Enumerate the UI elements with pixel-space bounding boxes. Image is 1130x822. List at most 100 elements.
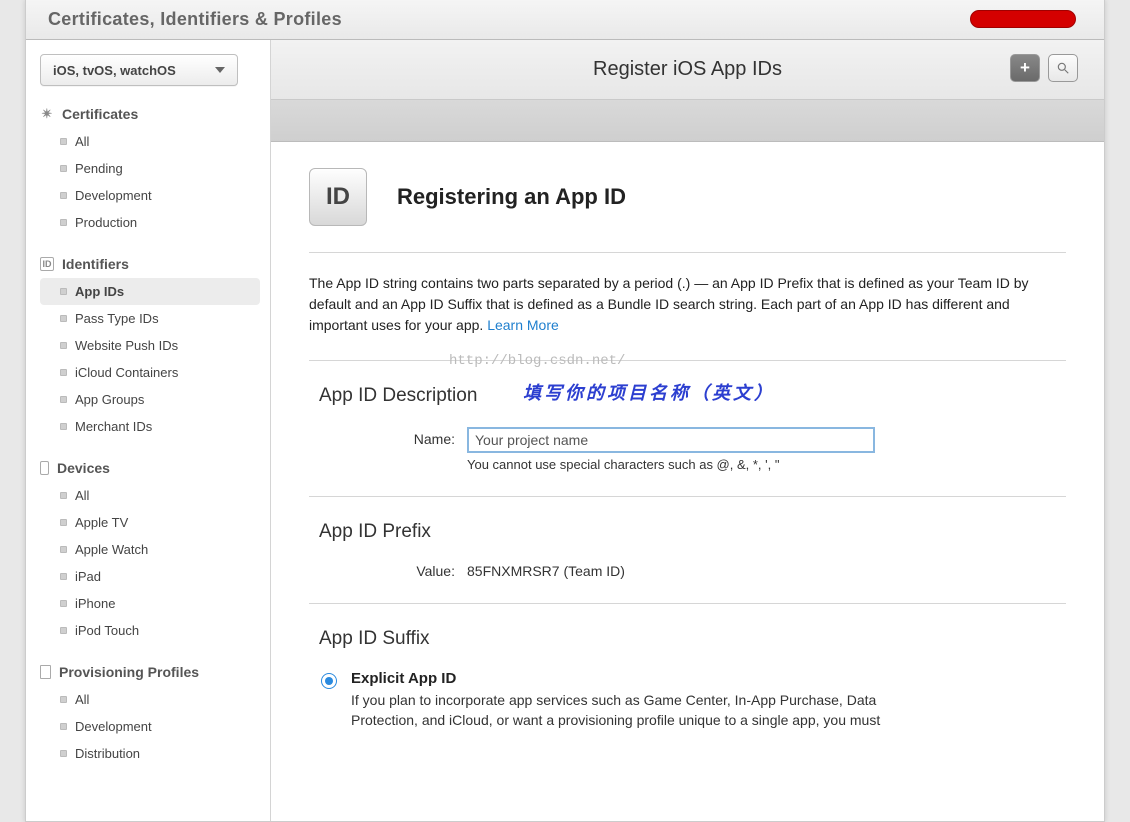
section-app-id-prefix: App ID Prefix Value: 85FNXMRSR7 (Team ID… [309,497,1066,604]
bullet-icon [60,750,67,757]
id-badge-icon: ID [309,168,367,226]
bullet-icon [60,573,67,580]
learn-more-link[interactable]: Learn More [487,317,559,333]
sidebar-item-certificates-production[interactable]: Production [40,209,260,236]
sidebar-item-label: iPad [75,569,101,584]
section-app-id-suffix: App ID Suffix Explicit App ID If you pla… [309,604,1066,755]
sidebar-item-label: App Groups [75,392,144,407]
id-badge-text: ID [326,183,350,211]
sidebar-item-devices-all[interactable]: All [40,482,260,509]
sidebar-item-label: App IDs [75,284,124,299]
team-id-value: 85FNXMRSR7 (Team ID) [467,563,625,579]
section-title: App ID Suffix [319,628,1066,650]
sidebar-item-label: Website Push IDs [75,338,178,353]
sidebar-item-merchant-ids[interactable]: Merchant IDs [40,413,260,440]
section-title: App ID Description [319,385,1066,407]
sidebar-item-certificates-all[interactable]: All [40,128,260,155]
id-icon: ID [40,257,54,271]
sidebar-item-label: Apple Watch [75,542,148,557]
sidebar-item-prov-development[interactable]: Development [40,713,260,740]
sidebar-item-devices-apple-watch[interactable]: Apple Watch [40,536,260,563]
account-badge[interactable] [970,10,1076,28]
bullet-icon [60,315,67,322]
sidebar-item-devices-apple-tv[interactable]: Apple TV [40,509,260,536]
platform-selector-label: iOS, tvOS, watchOS [53,63,176,78]
sidebar-item-devices-iphone[interactable]: iPhone [40,590,260,617]
sidebar-item-label: Production [75,215,137,230]
sidebar-item-label: iCloud Containers [75,365,178,380]
sidebar-section-provisioning: Provisioning Profiles All Development Di… [40,664,260,767]
sidebar-item-pass-type-ids[interactable]: Pass Type IDs [40,305,260,332]
sidebar-item-label: Merchant IDs [75,419,152,434]
sidebar-item-prov-distribution[interactable]: Distribution [40,740,260,767]
radio-selected-icon [325,677,333,685]
main-panel: Register iOS App IDs + ID Registerin [271,40,1104,821]
sidebar-item-app-ids[interactable]: App IDs [40,278,260,305]
bullet-icon [60,192,67,199]
explicit-app-id-desc: If you plan to incorporate app services … [351,690,931,731]
platform-selector[interactable]: iOS, tvOS, watchOS [40,54,238,86]
sidebar-item-app-groups[interactable]: App Groups [40,386,260,413]
bullet-icon [60,546,67,553]
sidebar-section-title: Provisioning Profiles [59,664,199,680]
sidebar-item-label: Development [75,719,152,734]
sidebar-item-label: iPod Touch [75,623,139,638]
bullet-icon [60,696,67,703]
certificate-icon: ✴︎ [40,107,54,121]
sidebar-item-prov-all[interactable]: All [40,686,260,713]
search-icon [1056,61,1070,75]
page-header-title: Register iOS App IDs [593,58,782,81]
name-input[interactable] [467,427,875,453]
sidebar-item-label: Pass Type IDs [75,311,159,326]
add-button[interactable]: + [1010,54,1040,82]
sidebar-section-identifiers: ID Identifiers App IDs Pass Type IDs Web… [40,256,260,440]
sidebar-section-title: Identifiers [62,256,129,272]
bullet-icon [60,138,67,145]
sidebar-item-label: All [75,692,89,707]
form-heading: ID Registering an App ID [309,168,1066,253]
sidebar-item-label: All [75,488,89,503]
intro-text: The App ID string contains two parts sep… [309,253,1066,361]
bullet-icon [60,342,67,349]
sidebar-item-label: iPhone [75,596,115,611]
sidebar-section-devices: Devices All Apple TV Apple Watch iPad iP… [40,460,260,644]
sidebar-item-devices-ipad[interactable]: iPad [40,563,260,590]
sidebar-item-website-push-ids[interactable]: Website Push IDs [40,332,260,359]
explicit-app-id-title: Explicit App ID [351,670,931,687]
section-title: App ID Prefix [319,521,1066,543]
intro-body: The App ID string contains two parts sep… [309,275,1029,333]
name-label: Name: [399,427,455,447]
value-label: Value: [399,563,455,579]
section-app-id-description: App ID Description http://blog.csdn.net/… [309,361,1066,497]
device-icon [40,461,49,475]
search-button[interactable] [1048,54,1078,82]
sidebar-section-title: Certificates [62,106,138,122]
page-title: Certificates, Identifiers & Profiles [48,9,342,30]
sidebar-item-certificates-pending[interactable]: Pending [40,155,260,182]
bullet-icon [60,723,67,730]
name-hint: You cannot use special characters such a… [467,457,1066,472]
content-area: ID Registering an App ID The App ID stri… [271,142,1104,795]
titlebar: Certificates, Identifiers & Profiles [26,0,1104,40]
bullet-icon [60,165,67,172]
sidebar-item-label: All [75,134,89,149]
sidebar-item-label: Pending [75,161,123,176]
bullet-icon [60,492,67,499]
bullet-icon [60,519,67,526]
sidebar-item-label: Development [75,188,152,203]
sidebar-item-certificates-development[interactable]: Development [40,182,260,209]
sub-header-bar [271,100,1104,142]
bullet-icon [60,600,67,607]
sidebar-item-label: Distribution [75,746,140,761]
sidebar-item-label: Apple TV [75,515,128,530]
bullet-icon [60,288,67,295]
document-icon [40,665,51,679]
bullet-icon [60,423,67,430]
sidebar-item-devices-ipod-touch[interactable]: iPod Touch [40,617,260,644]
sidebar-item-icloud-containers[interactable]: iCloud Containers [40,359,260,386]
sidebar-section-title: Devices [57,460,110,476]
sidebar: iOS, tvOS, watchOS ✴︎ Certificates All P… [26,40,271,821]
chevron-down-icon [215,67,225,73]
explicit-app-id-radio[interactable] [321,673,337,689]
bullet-icon [60,396,67,403]
